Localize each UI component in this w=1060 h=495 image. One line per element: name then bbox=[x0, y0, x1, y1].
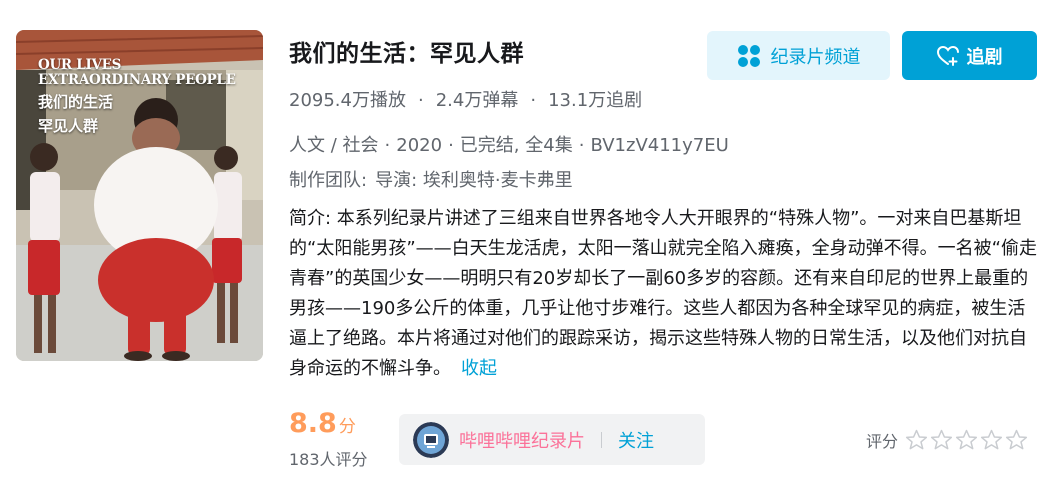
uploader-card: 哔哩哔哩纪录片 关注 bbox=[399, 414, 705, 465]
stats-line: 2095.4万播放 · 2.4万弹幕 · 13.1万追剧 bbox=[289, 86, 642, 112]
meta-separator: · bbox=[578, 135, 585, 156]
score-unit: 分 bbox=[338, 417, 356, 437]
meta-separator: · bbox=[448, 135, 454, 156]
heart-plus-icon bbox=[936, 45, 959, 66]
stats-separator: · bbox=[530, 90, 537, 111]
poster-caption: OUR LIVES EXTRAORDINARY PEOPLE 我们的生活 罕见人… bbox=[38, 58, 236, 136]
meta-separator: · bbox=[384, 135, 391, 156]
score-value: 8.8 bbox=[289, 408, 337, 439]
follow-count: 13.1万追剧 bbox=[548, 90, 643, 111]
stats-separator: · bbox=[417, 90, 424, 111]
poster-image[interactable]: OUR LIVES EXTRAORDINARY PEOPLE 我们的生活 罕见人… bbox=[16, 30, 263, 361]
staff-line: 制作团队: 导演: 埃利奥特·麦卡弗里 bbox=[289, 166, 573, 192]
rating-star-icon[interactable] bbox=[904, 429, 929, 451]
score: 8.8 分 bbox=[289, 408, 356, 439]
staff-director: 导演: 埃利奥特·麦卡弗里 bbox=[375, 170, 573, 191]
rater-count: 183人评分 bbox=[289, 450, 368, 469]
uploader-divider bbox=[601, 431, 602, 448]
year: 2020 bbox=[396, 135, 443, 156]
genre-link[interactable]: 人文 / 社会 bbox=[289, 135, 379, 156]
poster-caption-en-2: EXTRAORDINARY PEOPLE bbox=[38, 72, 236, 88]
follow-uploader-button[interactable]: 关注 bbox=[618, 427, 654, 453]
meta-line: 人文 / 社会 · 2020 · 已完结, 全4集 · BV1zV411y7EU bbox=[289, 131, 729, 157]
poster-caption-zh-1: 我们的生活 bbox=[38, 93, 114, 111]
poster-caption-zh-2: 罕见人群 bbox=[38, 117, 99, 135]
bilibili-documentary-logo-icon bbox=[413, 421, 449, 458]
uploader-name[interactable]: 哔哩哔哩纪录片 bbox=[459, 427, 585, 453]
bvid: BV1zV411y7EU bbox=[590, 135, 729, 156]
play-count: 2095.4万播放 bbox=[289, 90, 406, 111]
page-title: 我们的生活：罕见人群 bbox=[289, 41, 524, 67]
staff-label: 制作团队: bbox=[289, 170, 368, 191]
collapse-link[interactable]: 收起 bbox=[461, 358, 497, 379]
rating-widget: 评分 bbox=[866, 428, 1029, 452]
channel-grid-icon bbox=[737, 44, 760, 67]
episode-status: 已完结, 全4集 bbox=[459, 135, 573, 156]
documentary-channel-button[interactable]: 纪录片频道 bbox=[707, 31, 890, 80]
description: 简介: 本系列纪录片讲述了三组来自世界各地令人大开眼界的“特殊人物”。一对来自巴… bbox=[289, 204, 1037, 384]
rating-star-icon[interactable] bbox=[954, 429, 979, 451]
danmaku-count: 2.4万弹幕 bbox=[435, 90, 519, 111]
description-text: 简介: 本系列纪录片讲述了三组来自世界各地令人大开眼界的“特殊人物”。一对来自巴… bbox=[289, 208, 1037, 379]
channel-button-label: 纪录片频道 bbox=[770, 46, 861, 68]
poster-caption-en-1: OUR LIVES bbox=[38, 57, 122, 73]
follow-button-label: 追剧 bbox=[966, 46, 1003, 68]
rating-star-icon[interactable] bbox=[929, 429, 954, 451]
rating-star-icon[interactable] bbox=[979, 429, 1004, 451]
follow-series-button[interactable]: 追剧 bbox=[902, 31, 1037, 80]
rating-star-icon[interactable] bbox=[1004, 429, 1029, 451]
uploader-avatar[interactable] bbox=[413, 421, 449, 458]
rating-label: 评分 bbox=[866, 432, 899, 451]
